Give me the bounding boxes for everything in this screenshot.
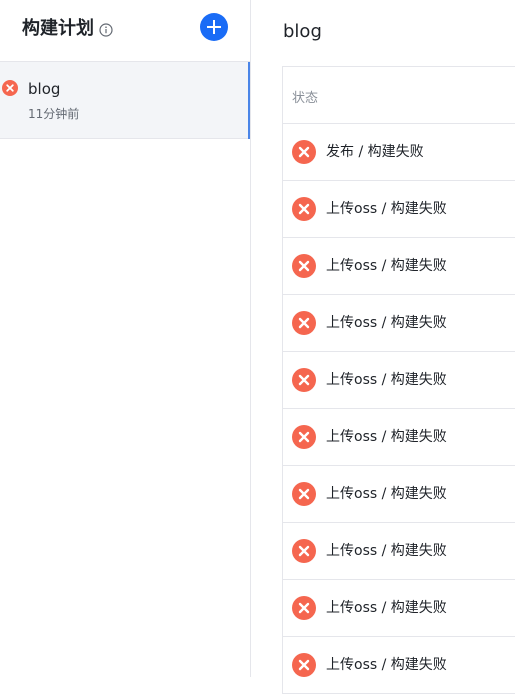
row-status: 上传oss / 构建失败	[326, 201, 447, 217]
row-status: 上传oss / 构建失败	[326, 486, 447, 502]
row-status: 上传oss / 构建失败	[326, 372, 447, 388]
row-status: 上传oss / 构建失败	[326, 258, 447, 274]
info-circle-icon[interactable]	[99, 23, 113, 37]
plan-name: blog	[28, 80, 61, 98]
table-row[interactable]: 上传oss / 构建失败	[283, 580, 515, 637]
sidebar-title: 构建计划	[22, 18, 94, 39]
x-circle-icon	[2, 80, 18, 96]
plan-item-blog[interactable]: blog 11分钟前	[0, 62, 250, 139]
x-circle-icon	[292, 368, 316, 392]
add-plan-button[interactable]	[200, 13, 228, 41]
table-row[interactable]: 上传oss / 构建失败	[283, 352, 515, 409]
table-row[interactable]: 上传oss / 构建失败	[283, 181, 515, 238]
table-row[interactable]: 上传oss / 构建失败	[283, 637, 515, 694]
sidebar-header: 构建计划	[0, 0, 250, 62]
build-plan-sidebar: 构建计划 blog 11分钟前	[0, 0, 251, 677]
plus-icon	[207, 20, 221, 34]
table-row[interactable]: 上传oss / 构建失败	[283, 466, 515, 523]
row-status: 上传oss / 构建失败	[326, 315, 447, 331]
table-row[interactable]: 上传oss / 构建失败	[283, 409, 515, 466]
table-row[interactable]: 上传oss / 构建失败	[283, 523, 515, 580]
x-circle-icon	[292, 140, 316, 164]
status-column-header: 状态	[292, 91, 319, 106]
x-circle-icon	[292, 311, 316, 335]
x-circle-icon	[292, 539, 316, 563]
active-indicator	[248, 62, 250, 139]
build-history-table: 状态 发布 / 构建失败上传oss / 构建失败 上传oss / 构建失败 上传os…	[282, 66, 515, 694]
row-status: 上传oss / 构建失败	[326, 657, 447, 673]
x-circle-icon	[292, 596, 316, 620]
page-title: blog	[283, 21, 322, 42]
x-circle-icon	[292, 653, 316, 677]
row-status: 上传oss / 构建失败	[326, 543, 447, 559]
x-circle-icon	[292, 482, 316, 506]
row-status: 发布 / 构建失败	[326, 144, 424, 160]
plan-time: 11分钟前	[28, 107, 80, 121]
row-status: 上传oss / 构建失败	[326, 429, 447, 445]
x-circle-icon	[292, 425, 316, 449]
table-row[interactable]: 上传oss / 构建失败	[283, 238, 515, 295]
x-circle-icon	[292, 254, 316, 278]
x-circle-icon	[292, 197, 316, 221]
row-status: 上传oss / 构建失败	[326, 600, 447, 616]
table-row[interactable]: 发布 / 构建失败	[283, 124, 515, 181]
table-row[interactable]: 上传oss / 构建失败	[283, 295, 515, 352]
table-header: 状态	[283, 67, 515, 124]
